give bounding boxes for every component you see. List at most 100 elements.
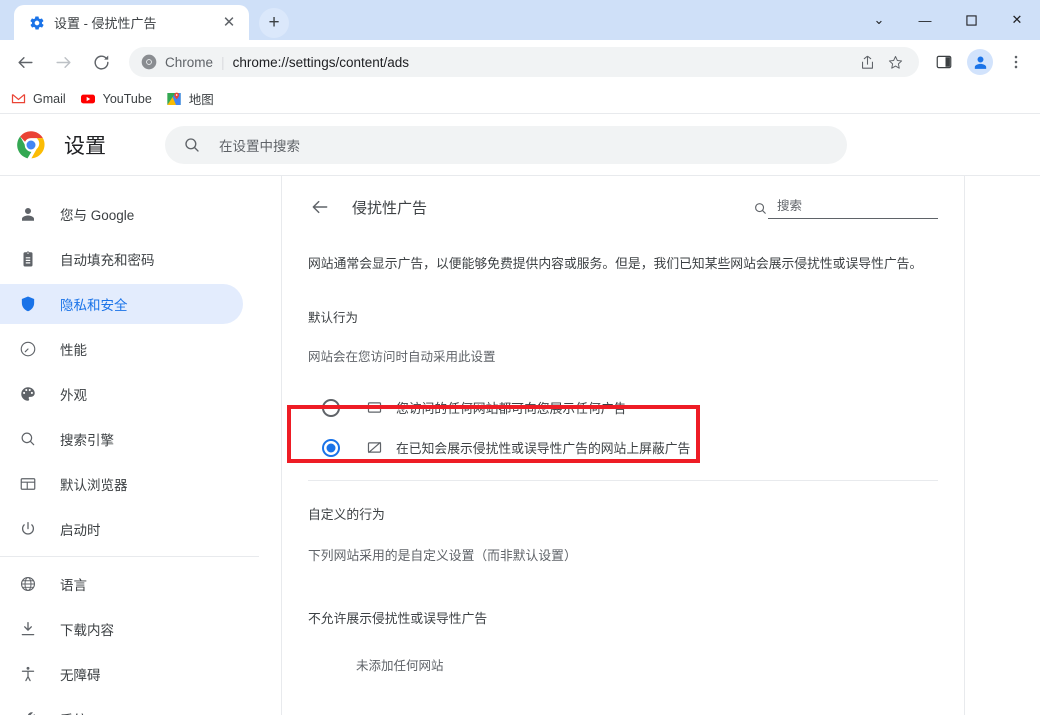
share-icon[interactable]: [855, 50, 879, 74]
allow-ads-radio[interactable]: [322, 398, 340, 417]
window-controls: ⌄ — ✕: [856, 0, 1040, 40]
back-button[interactable]: [9, 46, 41, 78]
accessibility-icon: [18, 664, 38, 684]
tab-search-button[interactable]: ⌄: [856, 0, 902, 40]
youtube-icon: [80, 91, 96, 107]
bookmark-youtube[interactable]: YouTube: [80, 91, 152, 107]
sidebar-item-on-startup[interactable]: 启动时: [0, 509, 243, 549]
settings-search-placeholder: 在设置中搜索: [219, 138, 300, 154]
sidebar-item-appearance[interactable]: 外观: [0, 374, 243, 414]
bookmarks-bar: Gmail YouTube 地图: [0, 84, 1040, 114]
browser-window-icon: [18, 474, 38, 494]
sidebar-item-languages[interactable]: 语言: [0, 564, 243, 604]
forward-button[interactable]: [47, 46, 79, 78]
shield-icon: [18, 294, 38, 314]
block-ads-label: 在已知会展示侵扰性或误导性广告的网站上屏蔽广告: [396, 441, 691, 457]
page-search-field[interactable]: 搜索: [768, 195, 938, 219]
minimize-button[interactable]: —: [902, 0, 948, 40]
empty-sites-note: 未添加任何网站: [356, 658, 444, 673]
block-ads-radio-row[interactable]: 在已知会展示侵扰性或误导性广告的网站上屏蔽广告: [308, 428, 938, 468]
close-button[interactable]: ✕: [994, 0, 1040, 40]
sidebar-item-downloads[interactable]: 下载内容: [0, 609, 243, 649]
power-icon: [18, 519, 38, 539]
palette-icon: [18, 384, 38, 404]
bookmark-label: 地图: [188, 93, 214, 107]
page-search-input[interactable]: 搜索: [752, 195, 938, 219]
sidebar-item-label: 系统: [60, 709, 87, 715]
block-section-title: 不允许展示侵扰性或误导性广告: [308, 610, 488, 626]
wrench-icon: [18, 709, 38, 715]
browser-toolbar: Chrome | chrome://settings/content/ads: [0, 40, 1040, 84]
person-icon: [18, 204, 38, 224]
maximize-button[interactable]: [948, 0, 994, 40]
sidebar-item-label: 下载内容: [60, 623, 114, 638]
chrome-product-icon: [141, 54, 157, 70]
back-arrow-icon[interactable]: [308, 195, 332, 219]
browser-menu-icon[interactable]: [1001, 47, 1031, 77]
new-tab-button[interactable]: +: [259, 8, 289, 38]
settings-sidebar: 您与 Google 自动填充和密码 隐私和安全 性能 外观 搜索引擎 默认浏览器…: [0, 176, 259, 715]
sidebar-item-default-browser[interactable]: 默认浏览器: [0, 464, 243, 504]
custom-behavior-title: 自定义的行为: [308, 506, 385, 522]
settings-search-input[interactable]: 在设置中搜索: [165, 125, 847, 164]
browser-window: 设置 - 侵扰性广告 ✕ + ⌄ — ✕ Chrome | chrome://s…: [0, 0, 1040, 715]
omnibox-separator: |: [221, 54, 225, 70]
sidebar-item-you-and-google[interactable]: 您与 Google: [0, 194, 243, 234]
google-maps-icon: [166, 91, 182, 107]
settings-content: 侵扰性广告 搜索 网站通常会显示广告，以便能够免费提供内容或服务。但是，我们已知…: [259, 176, 1040, 715]
sidebar-item-label: 您与 Google: [60, 208, 135, 223]
side-panel-icon[interactable]: [929, 47, 959, 77]
sidebar-item-label: 性能: [60, 343, 87, 358]
sidebar-item-search-engine[interactable]: 搜索引擎: [0, 419, 243, 459]
sidebar-item-performance[interactable]: 性能: [0, 329, 243, 369]
sidebar-item-label: 语言: [60, 578, 87, 593]
settings-body: 您与 Google 自动填充和密码 隐私和安全 性能 外观 搜索引擎 默认浏览器…: [0, 176, 1040, 715]
custom-behavior-sub: 下列网站采用的是自定义设置（而非默认设置）: [308, 547, 577, 563]
search-icon: [752, 200, 768, 216]
globe-icon: [18, 574, 38, 594]
settings-gear-icon: [29, 15, 45, 31]
block-ads-radio[interactable]: [322, 438, 340, 457]
address-bar[interactable]: Chrome | chrome://settings/content/ads: [129, 47, 919, 77]
bookmark-gmail[interactable]: Gmail: [10, 91, 66, 107]
sidebar-item-autofill-passwords[interactable]: 自动填充和密码: [0, 239, 243, 279]
sidebar-item-accessibility[interactable]: 无障碍: [0, 654, 243, 694]
page-search-placeholder: 搜索: [777, 199, 803, 213]
sidebar-item-privacy-security[interactable]: 隐私和安全: [0, 284, 243, 324]
sidebar-item-label: 外观: [60, 388, 87, 403]
sidebar-item-label: 默认浏览器: [60, 478, 128, 493]
clipboard-icon: [18, 249, 38, 269]
star-icon[interactable]: [883, 50, 907, 74]
sidebar-item-system[interactable]: 系统: [0, 699, 243, 715]
search-icon: [183, 136, 201, 154]
sidebar-divider: [0, 556, 259, 557]
allow-ads-label: 您访问的任何网站都可向您展示任何广告: [396, 401, 627, 417]
profile-avatar-icon[interactable]: [967, 49, 993, 75]
section-divider: [308, 479, 938, 481]
default-behavior-label: 默认行为: [308, 310, 359, 325]
tab-title: 设置 - 侵扰性广告: [54, 16, 157, 31]
tab-strip: 设置 - 侵扰性广告 ✕ + ⌄ — ✕: [0, 0, 1040, 40]
allow-ads-radio-row[interactable]: 您访问的任何网站都可向您展示任何广告: [308, 388, 938, 428]
ad-blocked-icon: [364, 438, 384, 458]
bookmark-maps[interactable]: 地图: [166, 89, 214, 108]
ad-allowed-icon: [364, 398, 384, 418]
speedometer-icon: [18, 339, 38, 359]
sidebar-item-label: 启动时: [60, 523, 101, 538]
browser-tab[interactable]: 设置 - 侵扰性广告 ✕: [14, 5, 249, 40]
bookmark-label: Gmail: [33, 91, 66, 106]
omnibox-url-text: chrome://settings/content/ads: [232, 54, 409, 70]
tab-close-icon[interactable]: ✕: [219, 13, 239, 33]
page-description: 网站通常会显示广告，以便能够免费提供内容或服务。但是，我们已知某些网站会展示侵扰…: [308, 256, 923, 271]
chrome-logo-icon: [16, 130, 46, 160]
settings-card: 侵扰性广告 搜索 网站通常会显示广告，以便能够免费提供内容或服务。但是，我们已知…: [281, 176, 965, 715]
page-title: 侵扰性广告: [352, 199, 428, 217]
reload-button[interactable]: [85, 46, 117, 78]
sidebar-item-label: 搜索引擎: [60, 433, 114, 448]
default-behavior-sub: 网站会在您访问时自动采用此设置: [308, 349, 496, 364]
default-behavior-radio-group: 您访问的任何网站都可向您展示任何广告 在已知会展示侵扰性或误导性广告的网站上屏蔽…: [308, 388, 938, 468]
sidebar-item-label: 自动填充和密码: [60, 253, 155, 268]
sidebar-item-label: 无障碍: [60, 668, 101, 683]
omnibox-scheme-label: Chrome: [165, 54, 214, 70]
gmail-icon: [10, 91, 26, 107]
